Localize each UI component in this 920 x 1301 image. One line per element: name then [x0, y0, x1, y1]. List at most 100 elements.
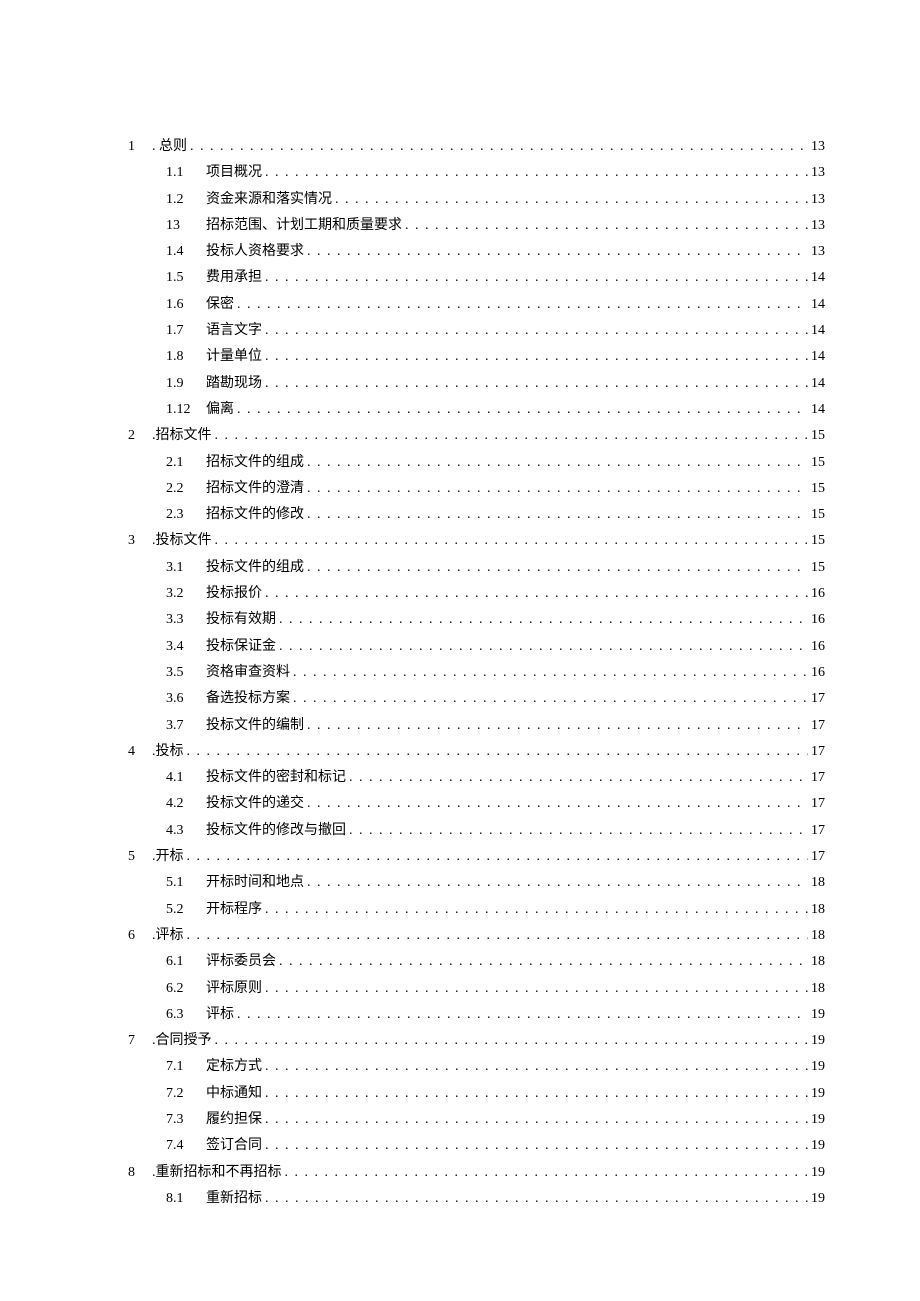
- toc-entry-number: 1: [128, 140, 152, 154]
- toc-entry-title: .开标: [152, 850, 184, 864]
- toc-entry-page: 19: [811, 1060, 825, 1074]
- toc-leader-dots: [279, 640, 808, 654]
- toc-entry-number: 8.1: [166, 1192, 206, 1206]
- toc-entry-title: 资格审查资料: [206, 666, 290, 680]
- toc-entry-page: 19: [811, 1113, 825, 1127]
- toc-entry-title: 评标委员会: [206, 955, 276, 969]
- toc-entry-number: 1.1: [166, 166, 206, 180]
- toc-leader-dots: [265, 271, 808, 285]
- toc-entry-title: .合同授予: [152, 1034, 212, 1048]
- toc-entry-page: 19: [811, 1192, 825, 1206]
- toc-entry-title: 投标文件的修改与撤回: [206, 824, 346, 838]
- toc-entry-number: 7: [128, 1034, 152, 1048]
- toc-entry-page: 15: [811, 561, 825, 575]
- toc-entry-number: 8: [128, 1166, 152, 1180]
- toc-entry: 6.3评标19: [166, 1008, 825, 1022]
- toc-entry: 1 . 总则13: [128, 140, 825, 154]
- toc-entry-title: 投标报价: [206, 587, 262, 601]
- toc-entry-title: 招标文件的组成: [206, 456, 304, 470]
- toc-entry-page: 13: [811, 140, 825, 154]
- toc-entry: 6 .评标18: [128, 929, 825, 943]
- toc-entry-number: 3: [128, 534, 152, 548]
- toc-entry: 7.2中标通知19: [166, 1087, 825, 1101]
- toc-entry-title: 投标文件的递交: [206, 797, 304, 811]
- toc-entry: 3.3投标有效期16: [166, 613, 825, 627]
- toc-entry-page: 16: [811, 613, 825, 627]
- toc-entry-title: 偏离: [206, 403, 234, 417]
- toc-entry-title: 重新招标: [206, 1192, 262, 1206]
- toc-entry: 4.3投标文件的修改与撤回 17: [166, 824, 825, 838]
- toc-entry-number: 1.12: [166, 403, 206, 417]
- toc-entry-number: 13: [166, 219, 206, 233]
- toc-entry-title: 投标保证金: [206, 640, 276, 654]
- toc-entry-number: 5.1: [166, 876, 206, 890]
- toc-entry-number: 7.1: [166, 1060, 206, 1074]
- toc-entry-title: .投标: [152, 745, 184, 759]
- toc-entry: 3.7投标文件的编制17: [166, 719, 825, 733]
- toc-entry-title: 投标文件的密封和标记: [206, 771, 346, 785]
- toc-entry-number: 1.7: [166, 324, 206, 338]
- toc-leader-dots: [307, 876, 808, 890]
- toc-entry-number: 2.1: [166, 456, 206, 470]
- toc-entry-title: 评标: [206, 1008, 234, 1022]
- toc-entry: 5 .开标17: [128, 850, 825, 864]
- toc-leader-dots: [237, 298, 808, 312]
- toc-entry-title: 投标人资格要求: [206, 245, 304, 259]
- toc-entry-page: 19: [811, 1139, 825, 1153]
- toc-entry-number: 4.3: [166, 824, 206, 838]
- toc-leader-dots: [237, 1008, 808, 1022]
- toc-leader-dots: [265, 982, 808, 996]
- toc-entry-page: 15: [811, 482, 825, 496]
- toc-entry-title: 费用承担: [206, 271, 262, 285]
- toc-leader-dots: [265, 903, 808, 917]
- toc-entry: 6.1评标委员会18: [166, 955, 825, 969]
- toc-entry-number: 1.4: [166, 245, 206, 259]
- toc-leader-dots: [279, 613, 808, 627]
- toc-leader-dots: [237, 403, 808, 417]
- toc-entry-number: 1.5: [166, 271, 206, 285]
- toc-entry: 3.4投标保证金16: [166, 640, 825, 654]
- toc-entry: 5.1开标时间和地点18: [166, 876, 825, 890]
- toc-leader-dots: [215, 1034, 809, 1048]
- toc-leader-dots: [307, 245, 808, 259]
- toc-entry: 1.7语言文字14: [166, 324, 825, 338]
- toc-entry-page: 17: [811, 824, 825, 838]
- toc-entry: 3.5资格审查资料 16: [166, 666, 825, 680]
- toc-entry-page: 13: [811, 219, 825, 233]
- toc-entry-page: 17: [811, 719, 825, 733]
- toc-entry-number: 3.5: [166, 666, 206, 680]
- toc-entry-page: 17: [811, 797, 825, 811]
- toc-entry: 5.2开标程序18: [166, 903, 825, 917]
- toc-leader-dots: [265, 377, 808, 391]
- toc-entry-page: 14: [811, 271, 825, 285]
- toc-entry-number: 5.2: [166, 903, 206, 917]
- toc-entry-title: .招标文件: [152, 429, 212, 443]
- toc-entry-page: 16: [811, 666, 825, 680]
- toc-leader-dots: [187, 745, 809, 759]
- toc-entry-number: 3.7: [166, 719, 206, 733]
- toc-entry-title: 保密: [206, 298, 234, 312]
- toc-entry: 1.4投标人资格要求13: [166, 245, 825, 259]
- toc-entry: 3.6备选投标方案17: [166, 692, 825, 706]
- toc-entry-title: 踏勘现场: [206, 377, 262, 391]
- toc-entry: 3 .投标文件15: [128, 534, 825, 548]
- toc-entry-number: 1.8: [166, 350, 206, 364]
- toc-entry-page: 13: [811, 193, 825, 207]
- toc-entry-title: 招标文件的修改: [206, 508, 304, 522]
- toc-leader-dots: [265, 350, 808, 364]
- toc-entry-number: 7.2: [166, 1087, 206, 1101]
- toc-leader-dots: [279, 955, 808, 969]
- toc-entry-number: 7.4: [166, 1139, 206, 1153]
- toc-entry-number: 2: [128, 429, 152, 443]
- toc-entry-number: 6.3: [166, 1008, 206, 1022]
- toc-leader-dots: [307, 797, 808, 811]
- toc-entry-title: 招标文件的澄清: [206, 482, 304, 496]
- toc-entry: 2.2招标文件的澄清15: [166, 482, 825, 496]
- toc-leader-dots: [293, 692, 808, 706]
- toc-entry-page: 14: [811, 350, 825, 364]
- toc-entry: 2.1招标文件的组成 15: [166, 456, 825, 470]
- toc-leader-dots: [307, 561, 808, 575]
- toc-entry-page: 15: [811, 456, 825, 470]
- toc-leader-dots: [335, 193, 808, 207]
- toc-entry-title: 语言文字: [206, 324, 262, 338]
